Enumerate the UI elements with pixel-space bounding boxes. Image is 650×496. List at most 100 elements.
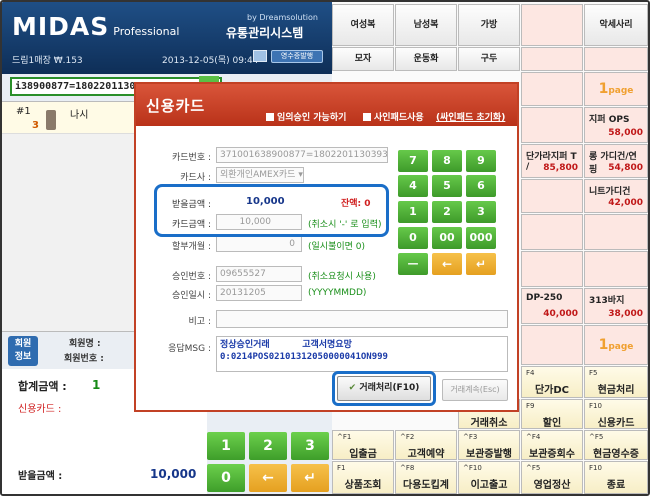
fn-discount-button[interactable]: F9 할인	[521, 399, 583, 429]
installment-note: (일시불이면 0)	[308, 242, 366, 252]
approval-date-field[interactable]: 20131205	[216, 285, 302, 301]
option-sign-pad[interactable]: 사인패드사용	[363, 110, 424, 123]
fn-voucher-return-button[interactable]: ^F4 보관증회수	[521, 430, 583, 460]
key-backspace[interactable]: ←	[249, 464, 287, 492]
key-2[interactable]: 2	[249, 432, 287, 460]
empty-cell	[521, 4, 583, 46]
shirt-icon	[46, 110, 56, 130]
chevron-down-icon: ▾	[298, 170, 303, 180]
fn-exit-button[interactable]: F10 종료	[584, 461, 648, 494]
empty-cell	[584, 47, 648, 71]
receipt-button[interactable]: 영수증발행	[271, 50, 323, 63]
category-men[interactable]: 남성복	[395, 4, 457, 46]
dialog-key-4[interactable]: 4	[398, 175, 428, 197]
dialog-key-000[interactable]: 000	[466, 227, 496, 249]
member-no-label: 회원번호 :	[64, 354, 104, 364]
fn-product-search-button[interactable]: F1 상품조회	[332, 461, 394, 494]
main-keypad: 1 2 3 0 ← ↵	[207, 400, 332, 494]
button-highlight	[332, 371, 436, 406]
category-hat[interactable]: 모자	[332, 47, 394, 71]
dialog-key-enter[interactable]: ↵	[466, 253, 496, 275]
dialog-title: 신용카드	[146, 97, 206, 115]
empty-cell	[521, 214, 583, 250]
item-name: 나시	[70, 110, 89, 121]
category-sneakers[interactable]: 운동화	[395, 47, 457, 71]
datetime-label: 2013-12-05(목) 09:44	[162, 56, 259, 66]
sign-pad-reset-link[interactable]: (싸인패드 초기화)	[436, 110, 505, 123]
fn-cash-button[interactable]: F5 현금처리	[584, 366, 648, 398]
continue-transaction-button[interactable]: 거래계속(Esc)	[442, 379, 508, 401]
category-women[interactable]: 여성복	[332, 4, 394, 46]
item-no: #1	[16, 106, 31, 117]
checkbox-icon[interactable]	[266, 113, 274, 121]
fn-cash-receipt-button[interactable]: ^F5 현금영수증	[584, 430, 648, 460]
empty-cell	[521, 179, 583, 213]
empty-cell	[521, 107, 583, 143]
app-logo: MIDAS Professional	[12, 12, 180, 41]
sum-value: 1	[92, 378, 101, 392]
card-company-select[interactable]: 외환개인AMEX카드 ▾	[216, 167, 304, 183]
approval-date-note: (YYYYMMDD)	[308, 288, 367, 298]
dialog-key-0[interactable]: 0	[398, 227, 428, 249]
approval-no-field[interactable]: 09655527	[216, 266, 302, 282]
option-temp-approval[interactable]: 임의승인 가능하기	[266, 110, 346, 123]
member-name-label: 회원명 :	[69, 339, 101, 349]
amount-highlight	[154, 184, 389, 237]
memo-field[interactable]	[216, 310, 508, 328]
page-indicator-top[interactable]: 1page	[584, 72, 648, 106]
dialog-key-1[interactable]: 1	[398, 201, 428, 223]
fn-credit-card-button[interactable]: F10 신용카드	[584, 399, 648, 429]
product-cell[interactable]: 지퍼 OPS 58,000	[584, 107, 648, 143]
fn-deposit-button[interactable]: ^F1 입출금	[332, 430, 394, 460]
dialog-key-00[interactable]: 00	[432, 227, 462, 249]
fn-multi-button[interactable]: ^F8 다용도킵계	[395, 461, 457, 494]
dialog-key-minus[interactable]: —	[398, 253, 428, 275]
key-enter[interactable]: ↵	[291, 464, 329, 492]
product-cell[interactable]: 롱 가디건/연 핑 54,800	[584, 144, 648, 178]
dialog-header: 신용카드 임의승인 가능하기 사인패드사용 (싸인패드 초기화)	[136, 84, 517, 126]
empty-cell	[521, 325, 583, 365]
empty-cell	[584, 251, 648, 287]
installment-field[interactable]: 0	[216, 236, 302, 252]
brand-header: MIDAS Professional by Dreamsolution 유통관리시…	[2, 2, 332, 74]
key-0[interactable]: 0	[207, 464, 245, 492]
card-label: 신용카드 :	[18, 404, 62, 415]
product-cell[interactable]: 단가라지퍼 T /85,800	[521, 144, 583, 178]
response-msg-label: 응답MSG :	[168, 344, 211, 354]
card-no-field[interactable]: 371001638900877=18022011303936588800	[216, 147, 388, 163]
fn-reservation-button[interactable]: ^F2 고객예약	[395, 430, 457, 460]
dialog-key-9[interactable]: 9	[466, 150, 496, 172]
monitor-icon[interactable]	[253, 50, 267, 62]
product-cell[interactable]: DP-250 40,000	[521, 288, 583, 324]
fn-settlement-button[interactable]: ^F5 영업정산	[521, 461, 583, 494]
dialog-key-3[interactable]: 3	[466, 201, 496, 223]
key-1[interactable]: 1	[207, 432, 245, 460]
approval-date-label: 승인일시 :	[171, 291, 211, 301]
fn-unit-dc-button[interactable]: F4 단가DC	[521, 366, 583, 398]
pos-window: MIDAS Professional by Dreamsolution 유통관리시…	[0, 0, 650, 496]
category-bag[interactable]: 가방	[458, 4, 520, 46]
dialog-key-backspace[interactable]: ←	[432, 253, 462, 275]
product-cell[interactable]: 니트가디건 42,000	[584, 179, 648, 213]
card-no-label: 카드번호 :	[171, 153, 211, 163]
checkbox-icon[interactable]	[363, 113, 371, 121]
memo-label: 비고 :	[188, 317, 211, 327]
fn-transfer-out-button[interactable]: ^F10 이고출고	[458, 461, 520, 494]
product-cell[interactable]: 313바지 38,000	[584, 288, 648, 324]
category-shoes[interactable]: 구두	[458, 47, 520, 71]
key-3[interactable]: 3	[291, 432, 329, 460]
page-indicator-bottom[interactable]: 1page	[584, 325, 648, 365]
store-label: 드림1매장 ₩.153	[12, 56, 83, 66]
fn-voucher-issue-button[interactable]: ^F3 보관증발행	[458, 430, 520, 460]
received-label: 받을금액 :	[18, 471, 63, 482]
dialog-key-7[interactable]: 7	[398, 150, 428, 172]
dialog-key-5[interactable]: 5	[432, 175, 462, 197]
response-msg-box: 정상승인거래 고객서명요망 0:0214POS02101312050000041…	[216, 336, 508, 372]
dialog-key-6[interactable]: 6	[466, 175, 496, 197]
dialog-key-2[interactable]: 2	[432, 201, 462, 223]
empty-cell	[521, 251, 583, 287]
installment-label: 할부개월 :	[171, 242, 211, 252]
dialog-key-8[interactable]: 8	[432, 150, 462, 172]
member-info-button[interactable]: 회원 정보	[8, 336, 38, 366]
category-accessory[interactable]: 악세사리	[584, 4, 648, 46]
